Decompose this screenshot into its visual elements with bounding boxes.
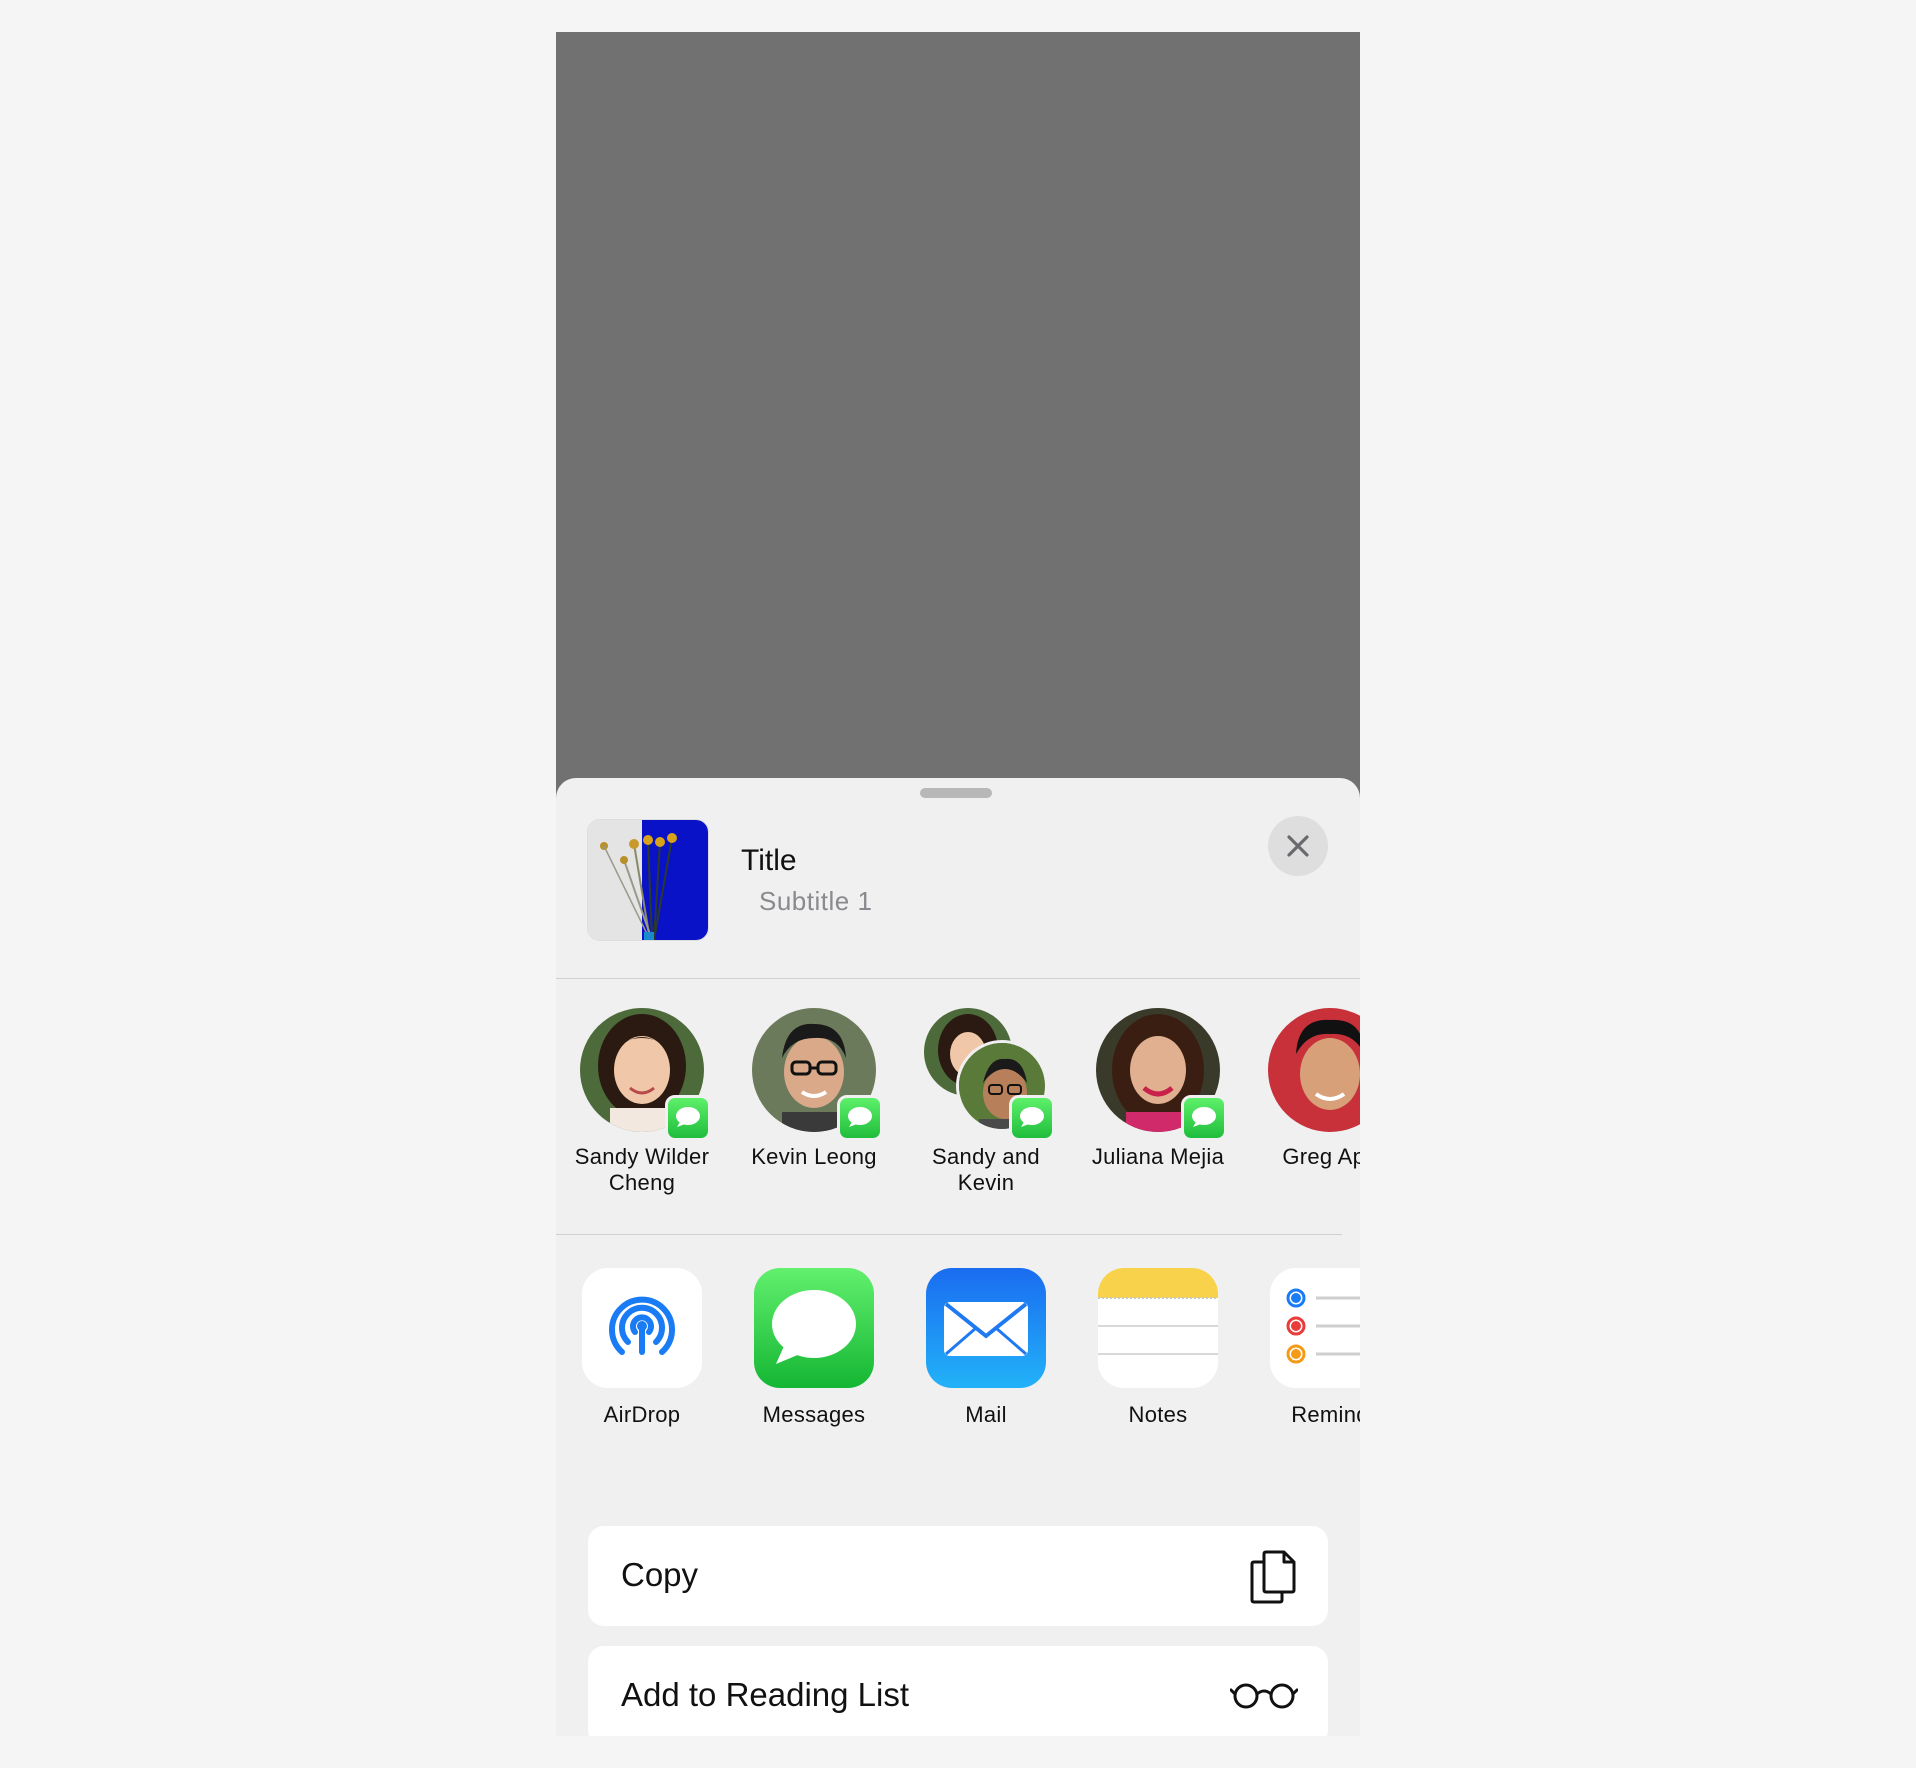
share-header: Title Subtitle 1 <box>556 778 1360 978</box>
people-divider <box>556 1234 1342 1235</box>
person-name: Kevin Leong <box>751 1144 877 1169</box>
app-label: AirDrop <box>603 1402 681 1427</box>
airdrop-icon <box>582 1268 702 1388</box>
copy-icon <box>1248 1548 1298 1611</box>
person-kevin-leong[interactable]: Kevin Leong <box>728 1008 900 1170</box>
add-to-reading-list-action[interactable]: Add to Reading List <box>588 1646 1328 1736</box>
person-greg-apo[interactable]: Greg Apo <box>1244 1008 1360 1170</box>
app-reminders[interactable]: Remind <box>1244 1268 1360 1428</box>
person-juliana-mejia[interactable]: Juliana Mejia <box>1072 1008 1244 1170</box>
people-row: Sandy Wilder Cheng Kevin Leong Sandy and… <box>556 1008 1360 1218</box>
content-thumbnail <box>588 820 708 940</box>
apps-row: AirDrop Messages Mail Notes Remin <box>556 1268 1360 1438</box>
messages-icon <box>754 1268 874 1388</box>
share-subtitle: Subtitle 1 <box>759 886 873 916</box>
person-name: Sandy Wilder Cheng <box>574 1144 710 1195</box>
copy-action[interactable]: Copy <box>588 1526 1328 1626</box>
messages-badge-icon <box>837 1095 883 1141</box>
notes-icon <box>1098 1268 1218 1388</box>
reminders-icon <box>1270 1268 1360 1388</box>
person-name: Sandy and Kevin <box>932 1144 1040 1195</box>
share-title: Title <box>741 844 797 877</box>
glasses-icon <box>1229 1678 1299 1717</box>
action-label: Add to Reading List <box>621 1676 910 1713</box>
close-icon <box>1287 835 1309 857</box>
app-messages[interactable]: Messages <box>728 1268 900 1428</box>
person-name: Greg Apo <box>1282 1144 1360 1169</box>
messages-badge-icon <box>1009 1095 1055 1141</box>
share-sheet: Title Subtitle 1 Sandy Wilder Cheng Kevi… <box>556 778 1360 1736</box>
app-label: Messages <box>762 1402 866 1427</box>
app-label: Mail <box>965 1402 1007 1427</box>
person-sandy-and-kevin[interactable]: Sandy and Kevin <box>900 1008 1072 1196</box>
mail-icon <box>926 1268 1046 1388</box>
messages-badge-icon <box>665 1095 711 1141</box>
app-label: Remind <box>1291 1402 1360 1427</box>
action-label: Copy <box>621 1556 699 1593</box>
app-airdrop[interactable]: AirDrop <box>556 1268 728 1428</box>
device-screen: Title Subtitle 1 Sandy Wilder Cheng Kevi… <box>556 32 1360 1736</box>
avatar <box>1268 1008 1360 1132</box>
app-mail[interactable]: Mail <box>900 1268 1072 1428</box>
header-divider <box>556 978 1360 979</box>
app-label: Notes <box>1128 1402 1188 1427</box>
app-notes[interactable]: Notes <box>1072 1268 1244 1428</box>
person-sandy-wilder-cheng[interactable]: Sandy Wilder Cheng <box>556 1008 728 1196</box>
messages-badge-icon <box>1181 1095 1227 1141</box>
person-name: Juliana Mejia <box>1091 1144 1225 1169</box>
close-button[interactable] <box>1268 816 1328 876</box>
